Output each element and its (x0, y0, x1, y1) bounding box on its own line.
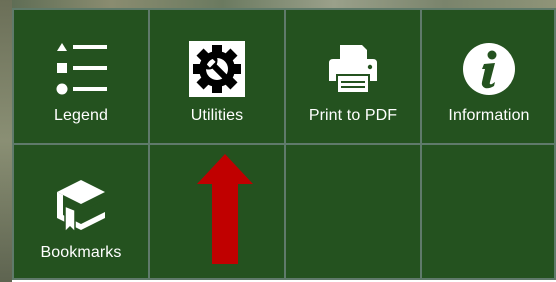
information-label: Information (448, 107, 530, 124)
bookmarks-button[interactable]: Bookmarks (14, 145, 150, 278)
information-button[interactable]: Information (422, 10, 556, 145)
legend-button[interactable]: Legend (14, 10, 150, 145)
empty-tile (286, 145, 422, 278)
info-icon (459, 41, 519, 97)
print-to-pdf-button[interactable]: Print to PDF (286, 10, 422, 145)
printer-icon (323, 41, 383, 97)
screenshot-frame: Legend Utilities Print to PDF Informatio… (0, 0, 556, 282)
bookmark-book-icon (51, 178, 111, 234)
print-to-pdf-label: Print to PDF (308, 107, 398, 124)
widget-panel: Legend Utilities Print to PDF Informatio… (12, 8, 556, 280)
list-icon (51, 41, 111, 97)
gear-wrench-icon (187, 41, 247, 97)
utilities-button[interactable]: Utilities (150, 10, 286, 145)
utilities-label: Utilities (190, 107, 244, 124)
bookmarks-label: Bookmarks (40, 244, 122, 261)
legend-label: Legend (54, 107, 108, 124)
map-background-strip (0, 0, 556, 8)
map-background-edge (0, 0, 12, 282)
red-arrow-annotation (197, 154, 253, 264)
empty-tile (422, 145, 556, 278)
